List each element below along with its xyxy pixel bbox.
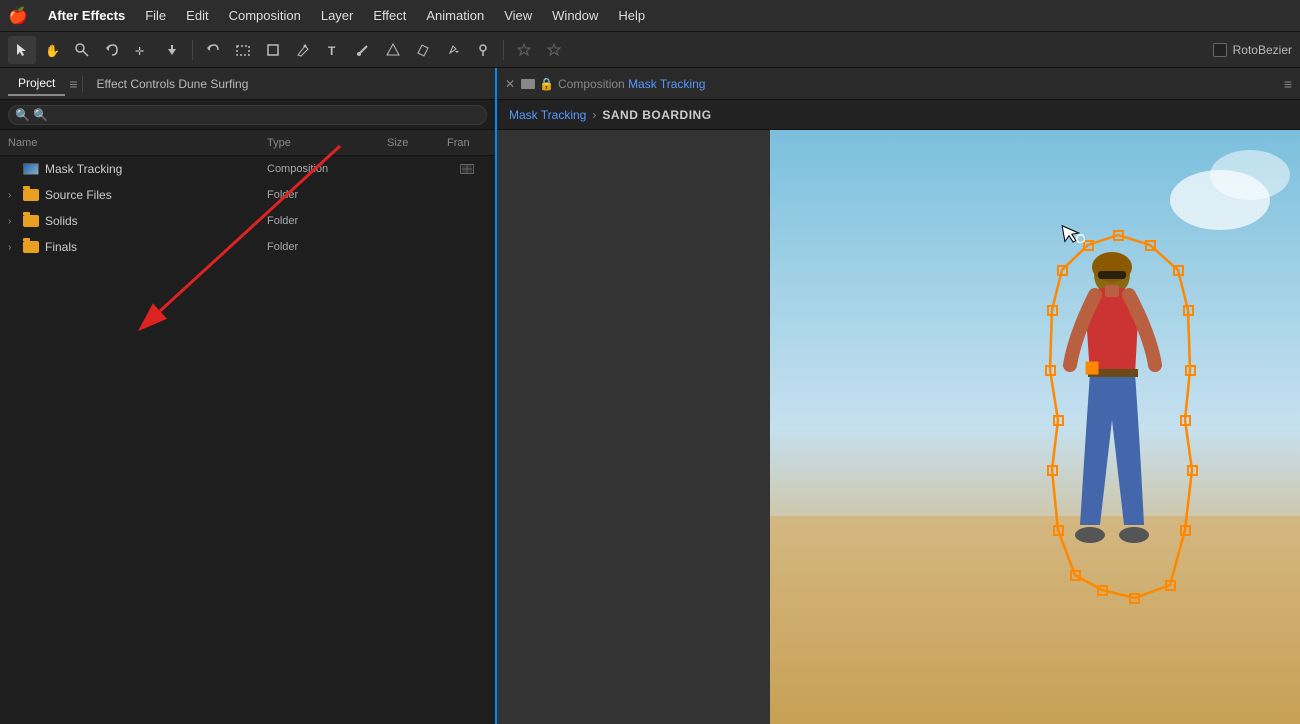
comp-menu-icon[interactable]: ≡ [1284, 76, 1292, 92]
breadcrumb-link[interactable]: Mask Tracking [509, 108, 586, 122]
brush-tool-button[interactable] [349, 36, 377, 64]
panel-tabs: Project ≡ Effect Controls Dune Surfing [0, 68, 495, 100]
folder-icon [22, 240, 40, 254]
menubar: 🍎 After Effects File Edit Composition La… [0, 0, 1300, 32]
search-input[interactable] [8, 105, 487, 125]
item-type-mask-tracking: Composition [267, 163, 387, 175]
item-name-source-files: Source Files [45, 188, 267, 202]
col-fran: Fran [447, 137, 487, 149]
svg-text:✋: ✋ [45, 44, 59, 57]
expand-arrow-icon: › [8, 216, 20, 227]
project-menu-icon[interactable]: ≡ [69, 76, 77, 92]
list-item[interactable]: Mask Tracking Composition [0, 156, 495, 182]
menu-help[interactable]: Help [610, 4, 653, 27]
menu-layer[interactable]: Layer [313, 4, 362, 27]
tab-project[interactable]: Project [8, 72, 65, 96]
close-panel-button[interactable]: ✕ [505, 77, 515, 91]
project-list: Mask Tracking Composition › Source Files… [0, 156, 495, 724]
comp-icon-tab [521, 79, 535, 89]
item-name-mask-tracking: Mask Tracking [45, 162, 267, 176]
rotobezier-label: RotoBezier [1233, 43, 1292, 57]
comp-canvas [770, 130, 1300, 724]
item-name-finals: Finals [45, 240, 267, 254]
menu-view[interactable]: View [496, 4, 540, 27]
breadcrumb: Mask Tracking › SAND BOARDING [497, 100, 1300, 130]
star-tool-1[interactable] [510, 36, 538, 64]
pin-tool-button[interactable] [469, 36, 497, 64]
cloud-2 [1210, 150, 1290, 200]
pen-tool-button[interactable] [289, 36, 317, 64]
comp-icon [22, 162, 40, 176]
clone-tool-button[interactable] [379, 36, 407, 64]
rect-select-button[interactable] [229, 36, 257, 64]
breadcrumb-separator-icon: › [592, 108, 596, 122]
comp-label: Composition [558, 77, 625, 91]
expand-arrow-icon: › [8, 242, 20, 253]
comp-panel-tabs: ✕ 🔒 Composition Mask Tracking ≡ [497, 68, 1300, 100]
col-type: Type [267, 137, 387, 149]
search-bar: 🔍 [0, 100, 495, 130]
rotate-tool-button[interactable] [98, 36, 126, 64]
right-panel: ✕ 🔒 Composition Mask Tracking ≡ Mask Tra… [497, 68, 1300, 724]
svg-text:✛: ✛ [135, 46, 144, 57]
toolbar: ✋ ✛ T [0, 32, 1300, 68]
item-type-solids: Folder [267, 215, 387, 227]
text-tool-button[interactable]: T [319, 36, 347, 64]
mask-outline [1030, 230, 1210, 610]
select-tool-button[interactable] [8, 36, 36, 64]
menu-window[interactable]: Window [544, 4, 606, 27]
item-name-solids: Solids [45, 214, 267, 228]
list-item[interactable]: › Finals Folder [0, 234, 495, 260]
toolbar-divider-1 [192, 40, 193, 60]
folder-icon [22, 188, 40, 202]
list-item[interactable]: › Solids Folder [0, 208, 495, 234]
comp-name[interactable]: Mask Tracking [628, 77, 705, 91]
undo-button[interactable] [199, 36, 227, 64]
menu-animation[interactable]: Animation [418, 4, 492, 27]
col-size: Size [387, 137, 447, 149]
menu-effect[interactable]: Effect [365, 4, 414, 27]
item-type-source-files: Folder [267, 189, 387, 201]
move-tool-button[interactable]: ✛ [128, 36, 156, 64]
paint-bucket-button[interactable] [439, 36, 467, 64]
list-header: Name Type Size Fran [0, 130, 495, 156]
lock-icon: 🔒 [539, 77, 554, 91]
search-wrapper: 🔍 [8, 105, 487, 125]
item-fran-mask-tracking [447, 164, 487, 174]
expand-arrow-icon: › [8, 190, 20, 201]
cursor-icon [1060, 220, 1086, 250]
zoom-tool-button[interactable] [68, 36, 96, 64]
left-panel: Project ≡ Effect Controls Dune Surfing 🔍… [0, 68, 497, 724]
rotobezier-checkbox[interactable] [1213, 43, 1227, 57]
tab-divider [82, 76, 83, 92]
eraser-tool-button[interactable] [409, 36, 437, 64]
svg-text:T: T [328, 44, 336, 57]
rotobezier-toggle[interactable]: RotoBezier [1213, 43, 1292, 57]
menu-file[interactable]: File [137, 4, 174, 27]
item-type-finals: Folder [267, 241, 387, 253]
comp-viewer [497, 130, 1300, 724]
hand-tool-button[interactable]: ✋ [38, 36, 66, 64]
fran-icon [460, 164, 474, 174]
shape-rect-button[interactable] [259, 36, 287, 64]
apple-logo-icon: 🍎 [8, 6, 28, 26]
down-tool-button[interactable] [158, 36, 186, 64]
star-tool-2[interactable] [540, 36, 568, 64]
folder-icon [22, 214, 40, 228]
app-name[interactable]: After Effects [40, 4, 133, 27]
search-icon: 🔍 [15, 108, 30, 122]
tab-effect-controls[interactable]: Effect Controls Dune Surfing [87, 73, 259, 95]
breadcrumb-current: SAND BOARDING [602, 108, 711, 122]
menu-edit[interactable]: Edit [178, 4, 216, 27]
list-item[interactable]: › Source Files Folder [0, 182, 495, 208]
col-name: Name [8, 137, 267, 149]
menu-composition[interactable]: Composition [221, 4, 309, 27]
toolbar-divider-2 [503, 40, 504, 60]
main-area: Project ≡ Effect Controls Dune Surfing 🔍… [0, 68, 1300, 724]
